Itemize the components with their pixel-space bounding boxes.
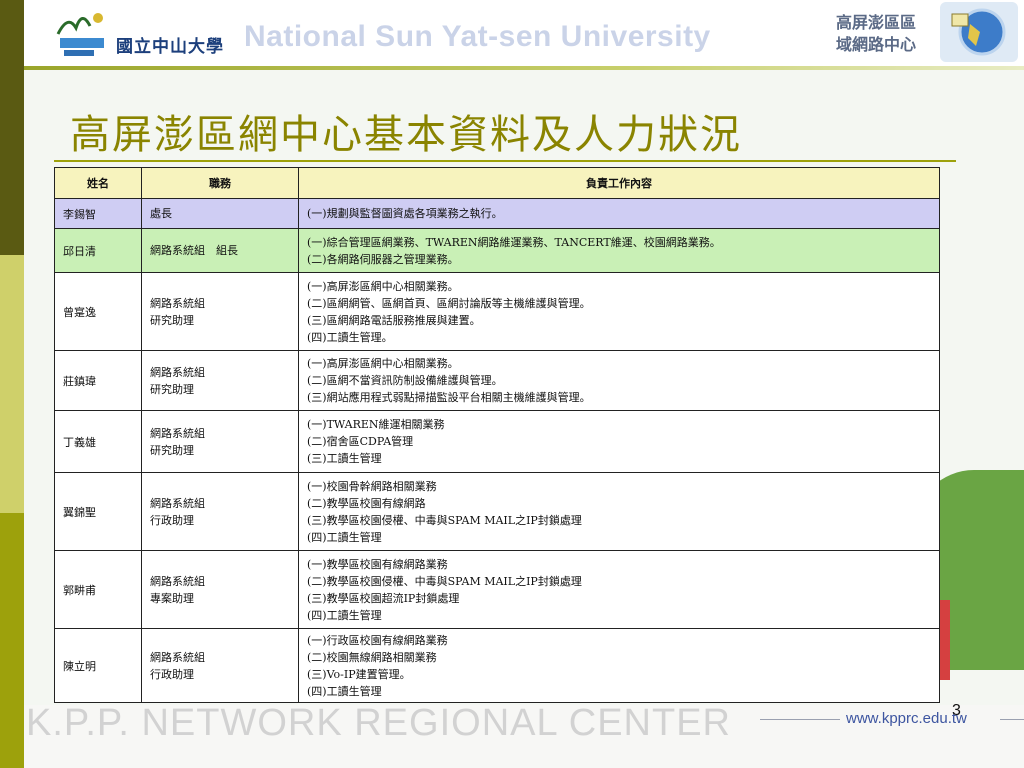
staff-duties: (一)TWAREN維運相關業務 (二)宿舍區CDPA管理 (三)工讀生管理 [298, 410, 940, 473]
staff-name: 陳立明 [54, 628, 142, 703]
table-row: 李錫智 處長 (一)規劃與監督圖資處各項業務之執行。 [54, 198, 940, 229]
role-line: 行政助理 [150, 667, 194, 681]
duty-line: (三)教學區校園侵權、中毒與SPAM MAIL之IP封鎖處理 [307, 513, 582, 527]
footer-network-text: K.P.P. NETWORK REGIONAL CENTER [26, 702, 732, 744]
center-name-line1: 高屏澎區區 [836, 13, 917, 32]
university-logo-icon [56, 13, 104, 56]
title-underline [54, 160, 956, 162]
duty-line: (一)高屏澎區網中心相關業務。 [307, 279, 459, 293]
role-line: 研究助理 [150, 313, 194, 327]
duty-line: (三)Vo-IP建置管理。 [307, 667, 411, 681]
table-row: 邱日清 網路系統組 組長 (一)綜合管理區網業務、TWAREN網路維運業務、TANC… [54, 228, 940, 273]
staff-table-body: 李錫智 處長 (一)規劃與監督圖資處各項業務之執行。邱日清 網路系統組 組長 (一)綜合… [54, 198, 940, 703]
table-row: 丁義雄 網路系統組 研究助理 (一)TWAREN維運相關業務 (二)宿舍區CDPA管理(… [54, 410, 940, 473]
staff-name: 曾寔逸 [54, 272, 142, 351]
role-line: 網路系統組 [150, 574, 205, 588]
header-duties: 負責工作內容 [298, 167, 940, 199]
duty-line: (二)區網網管、區網首頁、區網討論版等主機維護與管理。 [307, 296, 591, 310]
staff-role: 網路系統組 研究助理 [141, 410, 299, 473]
staff-duties: (一)規劃與監督圖資處各項業務之執行。 [298, 198, 940, 229]
network-globe-icon [940, 2, 1018, 62]
duty-line: (一)校園骨幹網路相關業務 [307, 479, 437, 493]
duty-line: (四)工讀生管理 [307, 608, 382, 622]
staff-duties: (一)高屏澎區網中心相關業務。 (二)區網不當資訊防制設備維護與管理。 (三)網站應… [298, 350, 940, 411]
duty-line: (二)各網路伺服器之管理業務。 [307, 252, 459, 266]
staff-role: 網路系統組 組長 [141, 228, 299, 273]
role-line: 處長 [150, 207, 172, 220]
duty-line: (四)工讀生管理。 [307, 330, 393, 344]
staff-name: 邱日清 [54, 228, 142, 273]
header-name: 姓名 [54, 167, 142, 199]
center-name: 高屏澎區區 域網路中心 [836, 12, 936, 56]
role-line: 研究助理 [150, 443, 194, 457]
staff-duties: (一)教學區校園有線網路業務 (二)教學區校園侵權、中毒與SPAM MAIL之IP… [298, 550, 940, 629]
staff-duties: (一)校園骨幹網路相關業務 (二)教學區校園有線網路 (三)教學區校園侵權、中毒與S… [298, 472, 940, 551]
university-name-chinese: 國立中山大學 [116, 37, 224, 57]
duty-line: (四)工讀生管理 [307, 530, 382, 544]
table-row: 陳立明 網路系統組 行政助理 (一)行政區校園有線網路業務 (二)校園無線網路相關業務(… [54, 628, 940, 703]
table-row: 莊鎮瑋 網路系統組研究助理 (一)高屏澎區網中心相關業務。 (二)區網不當資訊防制設備… [54, 350, 940, 411]
table-header-row: 姓名 職務 負責工作內容 [54, 167, 940, 199]
university-name-english: National Sun Yat-sen University [244, 20, 711, 53]
duty-line: (三)區網網路電話服務推展與建置。 [307, 313, 481, 327]
duty-line: (四)工讀生管理 [307, 684, 382, 698]
duty-line: (一)TWAREN維運相關業務 [307, 418, 445, 431]
slide-header: 國立中山大學 National Sun Yat-sen University 高… [24, 0, 1024, 70]
duty-line: (二)教學區校園有線網路 [307, 496, 426, 510]
duty-line: (一)綜合管理區網業務、TWAREN網路維運業務、TANCERT維運、校園網路業… [307, 235, 721, 249]
header-role: 職務 [141, 167, 299, 199]
duty-line: (三)工讀生管理 [307, 452, 382, 465]
duty-line: (二)宿舍區CDPA管理 [307, 435, 414, 448]
footer-rule-right [1000, 719, 1024, 720]
duty-line: (二)教學區校園侵權、中毒與SPAM MAIL之IP封鎖處理 [307, 574, 582, 588]
role-line: 網路系統組 [150, 496, 205, 510]
center-name-line2: 域網路中心 [836, 35, 917, 54]
table-row: 曾寔逸 網路系統組研究助理 (一)高屏澎區網中心相關業務。 (二)區網網管、區網首頁、… [54, 272, 940, 351]
duty-line: (一)規劃與監督圖資處各項業務之執行。 [307, 207, 503, 220]
duty-line: (一)教學區校園有線網路業務 [307, 557, 448, 571]
staff-duties: (一)行政區校園有線網路業務 (二)校園無線網路相關業務 (三)Vo-IP建置管理。… [298, 628, 940, 703]
staff-role: 網路系統組 行政助理 [141, 628, 299, 703]
staff-role: 網路系統組 專案助理 [141, 550, 299, 629]
staff-table: 姓名 職務 負責工作內容 李錫智 處長 (一)規劃與監督圖資處各項業務之執行。邱日清… [54, 167, 940, 703]
role-line: 專案助理 [150, 591, 194, 605]
duty-line: (一)行政區校園有線網路業務 [307, 633, 448, 647]
decorative-pole [940, 600, 950, 680]
staff-name: 丁義雄 [54, 410, 142, 473]
duty-line: (三)網站應用程式弱點掃描監設平台相關主機維護與管理。 [307, 391, 591, 404]
role-line: 網路系統組 [150, 426, 205, 440]
role-line: 網路系統組 [150, 365, 205, 379]
header-divider [24, 66, 1024, 70]
role-line: 網路系統組 組長 [150, 244, 238, 257]
staff-duties: (一)高屏澎區網中心相關業務。 (二)區網網管、區網首頁、區網討論版等主機維護與管… [298, 272, 940, 351]
duty-line: (一)高屏澎區網中心相關業務。 [307, 357, 459, 370]
duty-line: (二)區網不當資訊防制設備維護與管理。 [307, 374, 503, 387]
staff-role: 網路系統組 研究助理 [141, 272, 299, 351]
role-line: 研究助理 [150, 382, 194, 396]
footer-rule-left [760, 719, 840, 720]
staff-role: 網路系統組 行政助理 [141, 472, 299, 551]
staff-name: 李錫智 [54, 198, 142, 229]
table-row: 翼錦聖 網路系統組行政助理 (一)校園骨幹網路相關業務 (二)教學區校園有線網路 (三)… [54, 472, 940, 551]
staff-name: 莊鎮瑋 [54, 350, 142, 411]
duty-line: (二)校園無線網路相關業務 [307, 650, 437, 664]
left-color-band [0, 0, 24, 768]
staff-role: 處長 [141, 198, 299, 229]
footer-url: www.kpprc.edu.tw [846, 710, 967, 727]
staff-name: 翼錦聖 [54, 472, 142, 551]
role-line: 網路系統組 [150, 296, 205, 310]
staff-duties: (一)綜合管理區網業務、TWAREN網路維運業務、TANCERT維運、校園網路業… [298, 228, 940, 273]
role-line: 行政助理 [150, 513, 194, 527]
table-row: 郭畊甫 網路系統組專案助理 (一)教學區校園有線網路業務 (二)教學區校園侵權、中毒與… [54, 550, 940, 629]
slide-title: 高屏澎區網中心基本資料及人力狀況 [70, 112, 742, 158]
staff-name: 郭畊甫 [54, 550, 142, 629]
staff-role: 網路系統組 研究助理 [141, 350, 299, 411]
role-line: 網路系統組 [150, 650, 205, 664]
duty-line: (三)教學區校園超流IP封鎖處理 [307, 591, 460, 605]
page-number: 3 [952, 702, 961, 719]
